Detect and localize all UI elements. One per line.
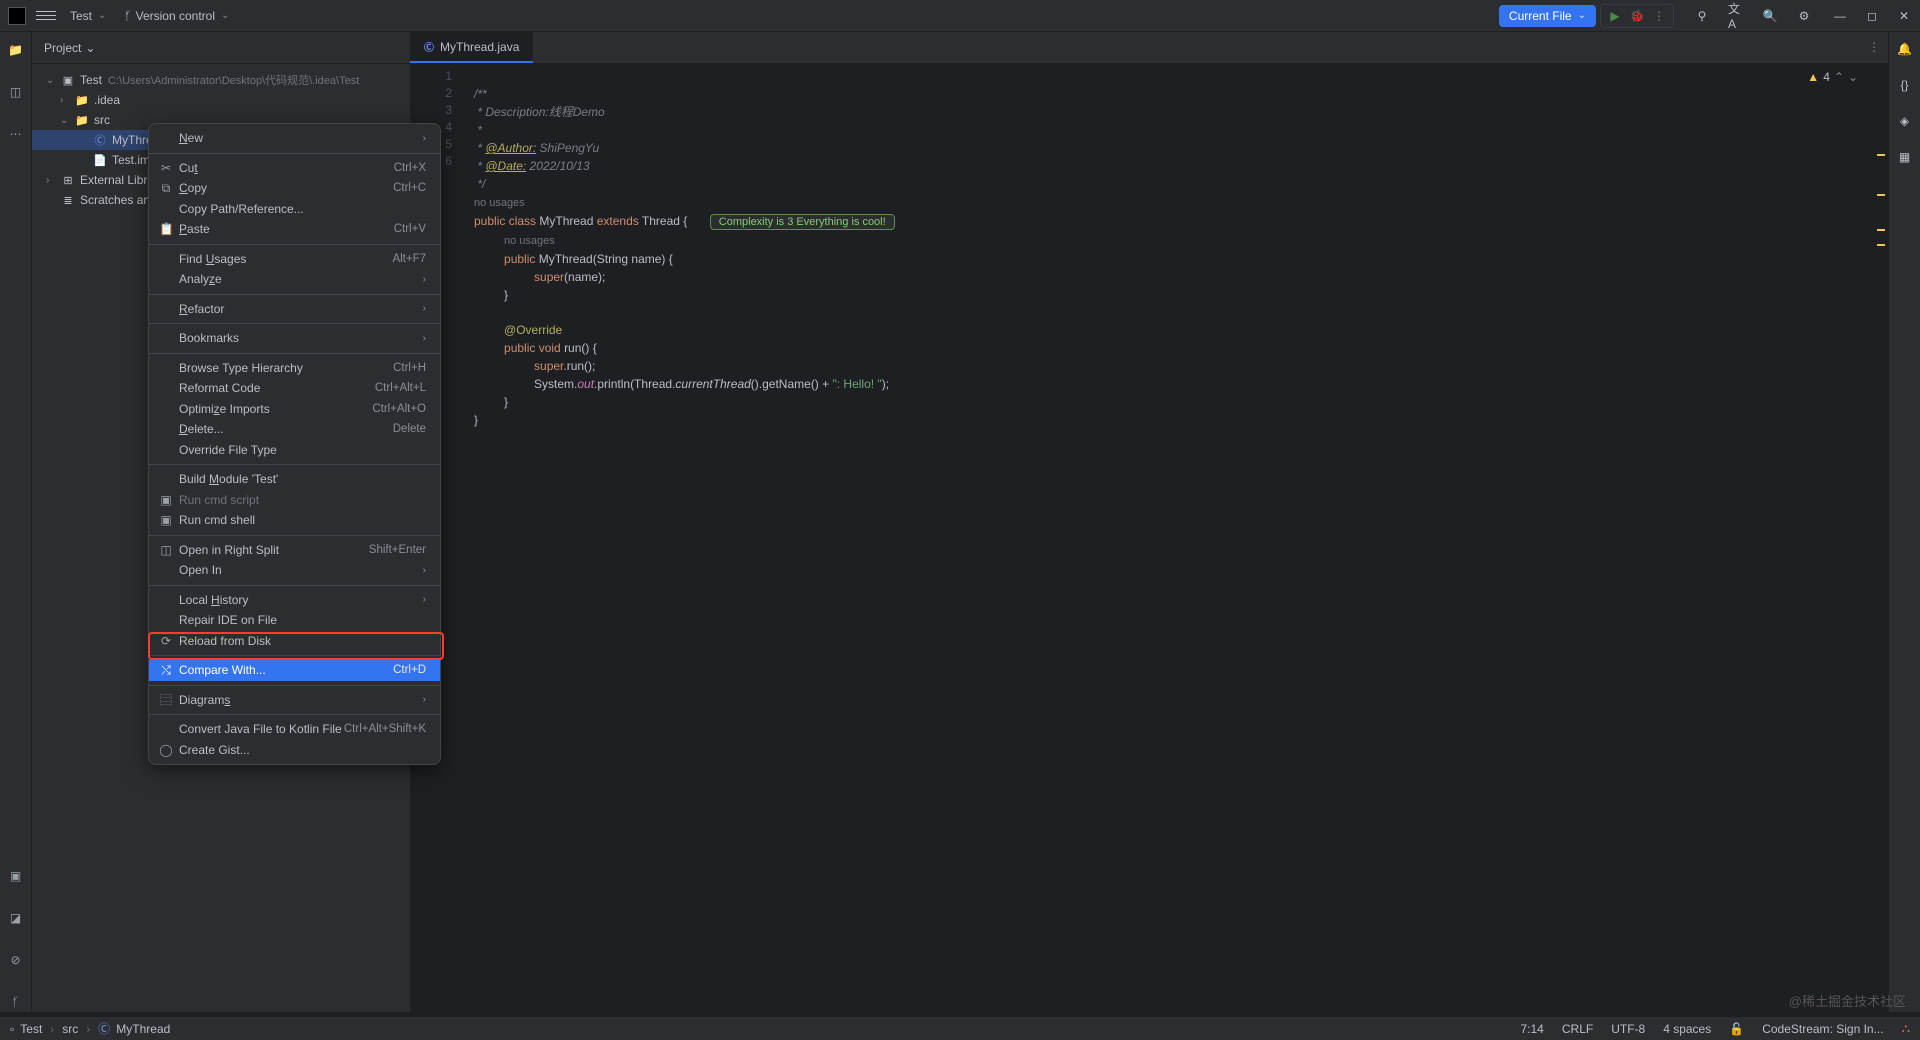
cm-local-history[interactable]: Local History› bbox=[149, 590, 440, 611]
complexity-hint: Complexity is 3 Everything is cool! bbox=[710, 214, 895, 230]
notifications-icon[interactable]: 🔔 bbox=[1897, 42, 1912, 56]
vcs-menu[interactable]: ᚶVersion control⌄ bbox=[124, 9, 229, 23]
project-menu[interactable]: Test⌄ bbox=[70, 9, 106, 23]
maximize-icon[interactable]: ◻ bbox=[1864, 8, 1880, 24]
vcs-icon[interactable]: ᚶ bbox=[6, 992, 26, 1012]
project-tool-icon[interactable]: 📁 bbox=[6, 40, 26, 60]
debug-icon[interactable]: 🐞 bbox=[1629, 8, 1645, 24]
cm-open-split[interactable]: ◫Open in Right SplitShift+Enter bbox=[149, 540, 440, 561]
more-tool-icon[interactable]: ⋯ bbox=[6, 124, 26, 144]
problems-icon[interactable]: ⊘ bbox=[6, 950, 26, 970]
minimize-icon[interactable]: — bbox=[1832, 8, 1848, 24]
cm-bookmarks[interactable]: Bookmarks› bbox=[149, 328, 440, 349]
more-run-icon[interactable]: ⋮ bbox=[1651, 8, 1667, 24]
run-config-selector[interactable]: Current File⌄ bbox=[1499, 5, 1596, 27]
cm-cut[interactable]: ✂CutCtrl+X bbox=[149, 158, 440, 179]
cm-override-ft[interactable]: Override File Type bbox=[149, 440, 440, 461]
right-tool-rail: 🔔 {} ◈ ▦ bbox=[1888, 32, 1920, 1012]
cm-reload[interactable]: ⟳Reload from Disk bbox=[149, 631, 440, 652]
watermark: @稀土掘金技术社区 bbox=[1789, 991, 1906, 1010]
breadcrumb[interactable]: ▫Test› src› ⒸMyThread bbox=[10, 1020, 170, 1037]
titlebar: Test⌄ ᚶVersion control⌄ Current File⌄ ▶ … bbox=[0, 0, 1920, 32]
run-icon[interactable]: ▶ bbox=[1607, 8, 1623, 24]
locale-icon[interactable]: 文A bbox=[1728, 8, 1744, 24]
status-bar: ▫Test› src› ⒸMyThread 7:14 CRLF UTF-8 4 … bbox=[0, 1016, 1920, 1040]
project-panel-header[interactable]: Project⌄ bbox=[32, 32, 410, 64]
cm-create-gist[interactable]: ◯Create Gist... bbox=[149, 740, 440, 761]
left-tool-rail: 📁 ◫ ⋯ ▣ ◪ ⊘ ᚶ bbox=[0, 32, 32, 1012]
cm-open-in[interactable]: Open In› bbox=[149, 560, 440, 581]
editor-code[interactable]: /** * Description:线程Demo * * @Author: Sh… bbox=[462, 64, 1888, 1012]
terminal-icon[interactable]: ▣ bbox=[6, 866, 26, 886]
editor-tab-mythread[interactable]: ⒸMyThread.java bbox=[410, 32, 533, 63]
tab-more-icon[interactable]: ⋮ bbox=[1868, 40, 1880, 54]
cm-optimize[interactable]: Optimize ImportsCtrl+Alt+O bbox=[149, 399, 440, 420]
cm-browse-type[interactable]: Browse Type HierarchyCtrl+H bbox=[149, 358, 440, 379]
cm-new[interactable]: New› bbox=[149, 128, 440, 149]
main-menu-icon[interactable] bbox=[36, 6, 56, 26]
run-actions: ▶ 🐞 ⋮ bbox=[1600, 4, 1674, 28]
cm-analyze[interactable]: Analyze› bbox=[149, 269, 440, 290]
cm-find-usages[interactable]: Find UsagesAlt+F7 bbox=[149, 249, 440, 270]
cm-copy-path[interactable]: Copy Path/Reference... bbox=[149, 199, 440, 220]
cm-reformat[interactable]: Reformat CodeCtrl+Alt+L bbox=[149, 378, 440, 399]
file-encoding[interactable]: UTF-8 bbox=[1611, 1022, 1645, 1036]
cm-delete[interactable]: Delete...Delete bbox=[149, 419, 440, 440]
error-stripe[interactable] bbox=[1874, 64, 1888, 1012]
status-warn-icon[interactable]: ⛬ bbox=[1902, 1021, 1910, 1036]
search-icon[interactable]: 🔍 bbox=[1762, 8, 1778, 24]
cm-run-shell[interactable]: ▣Run cmd shell bbox=[149, 510, 440, 531]
indent-setting[interactable]: 4 spaces bbox=[1663, 1022, 1711, 1036]
database-icon[interactable]: ◈ bbox=[1900, 114, 1909, 128]
context-menu: New› ✂CutCtrl+X ⧉CopyCtrl+C Copy Path/Re… bbox=[148, 123, 441, 765]
cm-refactor[interactable]: Refactor› bbox=[149, 299, 440, 320]
line-separator[interactable]: CRLF bbox=[1562, 1022, 1593, 1036]
cm-repair[interactable]: Repair IDE on File bbox=[149, 610, 440, 631]
app-logo bbox=[8, 7, 26, 25]
close-icon[interactable]: ✕ bbox=[1896, 8, 1912, 24]
services-icon[interactable]: ◪ bbox=[6, 908, 26, 928]
codestream-status[interactable]: CodeStream: Sign In... bbox=[1762, 1022, 1883, 1036]
cm-convert-kotlin[interactable]: Convert Java File to Kotlin FileCtrl+Alt… bbox=[149, 719, 440, 740]
tree-idea[interactable]: ›📁.idea bbox=[32, 90, 410, 110]
settings-icon[interactable]: ⚙ bbox=[1796, 8, 1812, 24]
editor-tab-bar: ⒸMyThread.java ⋮ bbox=[410, 32, 1888, 64]
cm-paste[interactable]: 📋PasteCtrl+V bbox=[149, 219, 440, 240]
cm-run-script: ▣Run cmd script bbox=[149, 490, 440, 511]
structure-tool-icon[interactable]: ◫ bbox=[6, 82, 26, 102]
tree-root[interactable]: ⌄▣TestC:\Users\Administrator\Desktop\代码规… bbox=[32, 70, 410, 90]
cm-build-module[interactable]: Build Module 'Test' bbox=[149, 469, 440, 490]
cm-compare-with[interactable]: ⤭Compare With...Ctrl+D bbox=[149, 660, 440, 681]
cm-diagrams[interactable]: ⿳Diagrams› bbox=[149, 690, 440, 711]
caret-position[interactable]: 7:14 bbox=[1521, 1022, 1544, 1036]
collab-icon[interactable]: ⚲ bbox=[1694, 8, 1710, 24]
editor-body[interactable]: ▲4⌃⌄ 123456 /** * Description:线程Demo * *… bbox=[410, 64, 1888, 1012]
codestream-icon[interactable]: {} bbox=[1900, 78, 1908, 92]
readonly-lock-icon[interactable]: 🔓 bbox=[1729, 1022, 1744, 1036]
cm-copy[interactable]: ⧉CopyCtrl+C bbox=[149, 178, 440, 199]
editor-area: ⒸMyThread.java ⋮ ▲4⌃⌄ 123456 /** * Descr… bbox=[410, 32, 1888, 1012]
maven-icon[interactable]: ▦ bbox=[1899, 150, 1910, 164]
